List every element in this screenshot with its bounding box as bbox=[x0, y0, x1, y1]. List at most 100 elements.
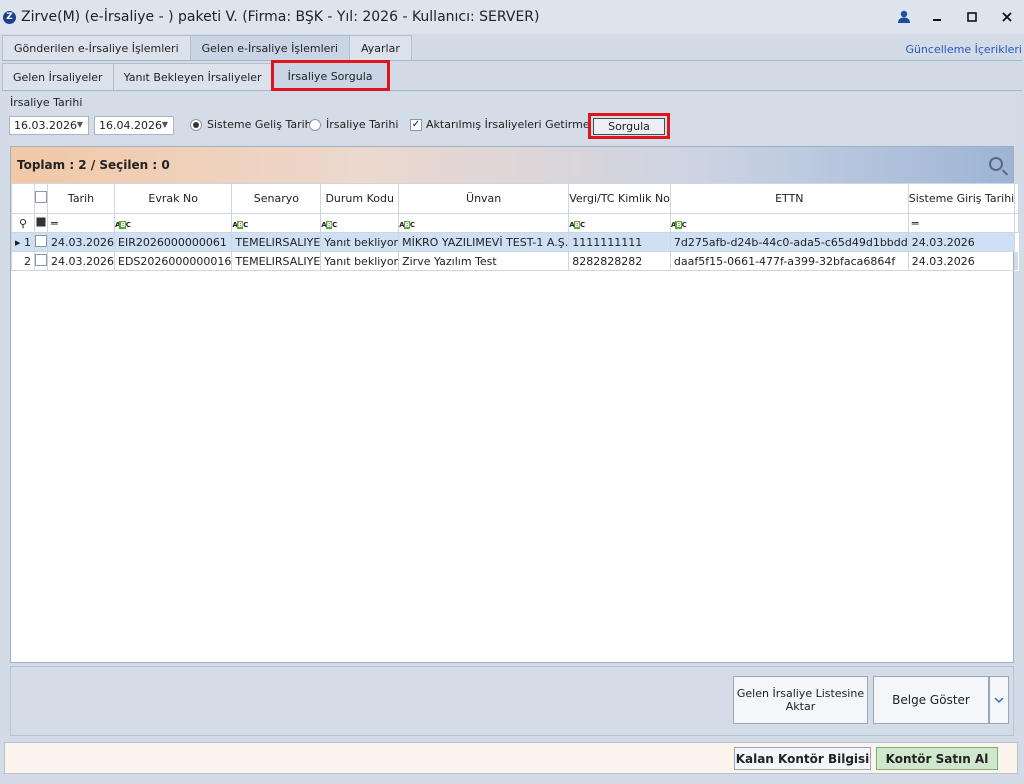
header-indicator bbox=[10, 183, 36, 214]
tab-ayarlar[interactable]: Ayarlar bbox=[349, 35, 412, 60]
show-document-dropdown[interactable] bbox=[989, 676, 1009, 724]
tab-irsaliye-sorgula[interactable]: İrsaliye Sorgula bbox=[270, 60, 390, 91]
radio-system-label: Sisteme Geliş Tarihi bbox=[207, 118, 315, 131]
col-ettn[interactable]: ETTN bbox=[669, 183, 909, 214]
close-button[interactable] bbox=[989, 0, 1024, 34]
cell-vergi: 1111111111 bbox=[568, 232, 671, 252]
status-bar: Kalan Kontör Bilgisi Kontör Satın Al bbox=[4, 742, 1018, 774]
dropdown-arrow-icon[interactable]: ▼ bbox=[162, 120, 168, 129]
filter-equals-icon[interactable]: ═ bbox=[47, 213, 116, 233]
row-checkbox[interactable] bbox=[35, 253, 47, 266]
cell-evrak-no: EIR2026000000061 bbox=[114, 232, 233, 252]
credit-info-button[interactable]: Kalan Kontör Bilgisi bbox=[734, 747, 871, 770]
cell-ettn: 7d275afb-d24b-44c0-ada5-c65d49d1bbdd bbox=[669, 232, 909, 252]
radio-button[interactable] bbox=[309, 118, 321, 131]
cell-ettn: daaf5f15-0661-477f-a399-32bfaca6864f bbox=[669, 251, 909, 271]
tab-yanit-bekleyen[interactable]: Yanıt Bekleyen İrsaliyeler bbox=[112, 63, 273, 90]
sub-tabs: Gelen İrsaliyeler Yanıt Bekleyen İrsaliy… bbox=[2, 60, 1022, 91]
cell-unvan: Zirve Yazılım Test bbox=[398, 251, 570, 271]
checkbox-label: Aktarılmış İrsaliyeleri Getirme bbox=[426, 118, 590, 131]
action-panel: Gelen İrsaliye Listesine Aktar Belge Gös… bbox=[10, 666, 1014, 736]
chevron-down-icon bbox=[994, 697, 1004, 704]
header-row: Tarih Evrak No Senaryo Durum Kodu Ünvan … bbox=[10, 183, 1020, 214]
cell-tarih: 24.03.2026 bbox=[47, 251, 116, 271]
minimize-button[interactable] bbox=[919, 0, 954, 34]
window-controls bbox=[889, 0, 1024, 34]
filter-row: ⚲ ═ ABC ABC ABC ABC ABC ABC ═ bbox=[10, 213, 1020, 233]
filter-panel: İrsaliye Tarihi 16.03.2026 ▼ 16.04.2026 ▼ … bbox=[6, 93, 1016, 143]
date-end-value: 16.04.2026 bbox=[99, 119, 162, 132]
filter-text-icon[interactable]: ABC bbox=[320, 213, 400, 233]
app-logo-icon: Z bbox=[3, 10, 16, 24]
row-filler bbox=[1014, 251, 1020, 271]
updates-link[interactable]: Güncelleme İçerikleri bbox=[905, 43, 1022, 56]
tab-gelen[interactable]: Gelen e-İrsaliye İşlemleri bbox=[189, 35, 350, 60]
grid-summary-bar: Toplam : 2 / Seçilen : 0 bbox=[11, 147, 1013, 183]
date-start-field[interactable]: 16.03.2026 ▼ bbox=[9, 116, 89, 135]
checkbox[interactable]: ✓ bbox=[410, 118, 422, 131]
filter-equals-icon[interactable]: ═ bbox=[907, 213, 1016, 233]
cell-vergi: 8282828282 bbox=[568, 251, 671, 271]
tab-gelen-irsaliyeler[interactable]: Gelen İrsaliyeler bbox=[2, 63, 114, 90]
col-tarih[interactable]: Tarih bbox=[47, 183, 116, 214]
grid-summary: Toplam : 2 / Seçilen : 0 bbox=[17, 158, 170, 172]
show-document-button[interactable]: Belge Göster bbox=[873, 676, 989, 724]
row-number-value: 1 bbox=[24, 235, 32, 249]
row-checkbox[interactable] bbox=[35, 234, 47, 247]
cell-unvan: MİKRO YAZILIMEVİ TEST-1 A.Ş. bbox=[398, 232, 570, 252]
filter-filler bbox=[1014, 213, 1020, 233]
filter-text-icon[interactable]: ABC bbox=[114, 213, 233, 233]
row-select-cell[interactable] bbox=[34, 251, 49, 271]
cell-evrak-no: EDS2026000000016 bbox=[114, 251, 233, 271]
filter-text-icon[interactable]: ABC bbox=[568, 213, 671, 233]
filter-icon: ⚲ bbox=[10, 213, 36, 233]
cell-giris: 24.03.2026 bbox=[907, 251, 1016, 271]
table-row[interactable]: ▸ 1 24.03.2026 EIR2026000000061 TEMELIRS… bbox=[10, 232, 1020, 252]
radio-system-date[interactable]: Sisteme Geliş Tarihi bbox=[190, 118, 315, 131]
col-evrak-no[interactable]: Evrak No bbox=[114, 183, 233, 214]
transfer-label-line2: Aktar bbox=[785, 700, 816, 713]
filter-checkbox-cell[interactable] bbox=[34, 213, 49, 233]
query-button-highlight: Sorgula bbox=[588, 113, 670, 139]
radio-button[interactable] bbox=[190, 118, 202, 131]
col-giris-tarihi[interactable]: Sisteme Giriş Tarihi bbox=[907, 183, 1016, 214]
row-number: ▸ 1 bbox=[10, 232, 36, 252]
filter-text-icon[interactable]: ABC bbox=[231, 213, 322, 233]
cell-senaryo: TEMELIRSALIYE bbox=[231, 232, 322, 252]
table-row[interactable]: 2 24.03.2026 EDS2026000000016 TEMELIRSAL… bbox=[10, 251, 1020, 271]
user-icon[interactable] bbox=[889, 0, 919, 34]
col-vergi[interactable]: Vergi/TC Kimlik No bbox=[568, 183, 671, 214]
cell-senaryo: TEMELIRSALIYE bbox=[231, 251, 322, 271]
results-table: Tarih Evrak No Senaryo Durum Kodu Ünvan … bbox=[10, 183, 1020, 271]
maximize-button[interactable] bbox=[954, 0, 989, 34]
cell-durum: Yanıt bekliyor bbox=[320, 251, 400, 271]
buy-credit-button[interactable]: Kontör Satın Al bbox=[876, 747, 998, 770]
transfer-to-list-button[interactable]: Gelen İrsaliye Listesine Aktar bbox=[733, 676, 868, 724]
row-filler bbox=[1014, 232, 1020, 252]
dropdown-arrow-icon[interactable]: ▼ bbox=[77, 120, 83, 129]
header-filler bbox=[1014, 183, 1020, 214]
window-title: Zirve(M) (e-İrsaliye - ) paketi V. (Firm… bbox=[21, 9, 540, 25]
query-button[interactable]: Sorgula bbox=[593, 117, 665, 135]
filter-checkbox[interactable] bbox=[36, 217, 46, 226]
cell-giris: 24.03.2026 bbox=[907, 232, 1016, 252]
row-select-cell[interactable] bbox=[34, 232, 49, 252]
date-start-value: 16.03.2026 bbox=[14, 119, 77, 132]
col-unvan[interactable]: Ünvan bbox=[398, 183, 570, 214]
tab-gonderilen[interactable]: Gönderilen e-İrsaliye İşlemleri bbox=[2, 35, 191, 60]
transfer-label-line1: Gelen İrsaliye Listesine bbox=[736, 687, 865, 700]
col-durum-kodu[interactable]: Durum Kodu bbox=[320, 183, 400, 214]
row-pointer-icon: ▸ bbox=[15, 235, 25, 249]
row-number: 2 bbox=[10, 251, 36, 271]
header-select-all[interactable] bbox=[34, 183, 49, 214]
filter-text-icon[interactable]: ABC bbox=[669, 213, 909, 233]
col-senaryo[interactable]: Senaryo bbox=[231, 183, 322, 214]
search-icon[interactable] bbox=[989, 157, 1003, 171]
filter-text-icon[interactable]: ABC bbox=[398, 213, 570, 233]
radio-irsaliye-date[interactable]: İrsaliye Tarihi bbox=[309, 118, 398, 131]
transferred-checkbox[interactable]: ✓ Aktarılmış İrsaliyeleri Getirme bbox=[410, 118, 590, 131]
date-end-field[interactable]: 16.04.2026 ▼ bbox=[94, 116, 174, 135]
select-all-checkbox[interactable] bbox=[35, 191, 47, 203]
results-grid: Toplam : 2 / Seçilen : 0 Tarih Evrak No … bbox=[10, 146, 1020, 663]
cell-durum: Yanıt bekliyor bbox=[320, 232, 400, 252]
